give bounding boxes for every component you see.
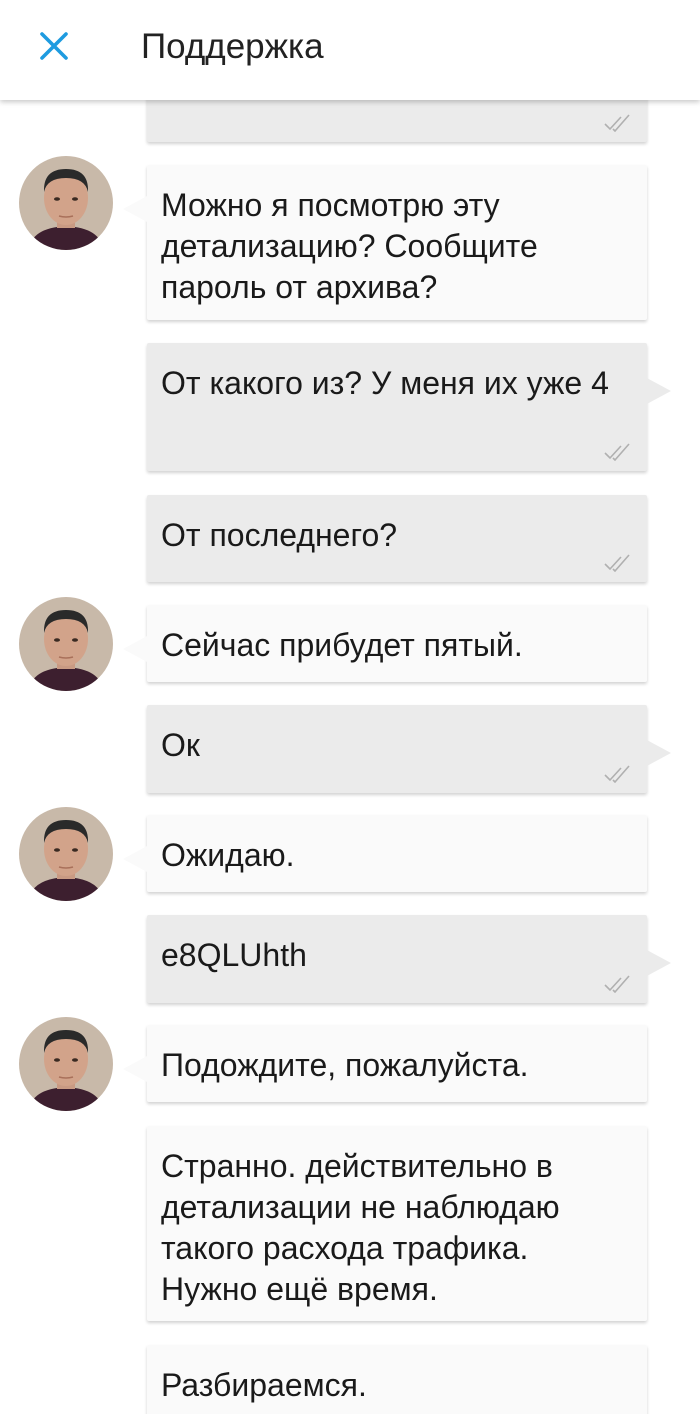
message-incoming: Сейчас прибудет пятый. [123,605,647,682]
message-incoming: Подождите, пожалуйста. [123,1025,647,1102]
bubble-tail [645,739,671,767]
message-text: Ок [161,727,200,763]
read-ticks-icon [604,443,630,461]
chat-screen: Можно я посмотрю эту детализацию? Сообщи… [0,0,700,1414]
message-incoming: Разбираемся. [147,1345,647,1414]
page-title: Поддержка [141,27,324,66]
bubble-tail [123,845,149,873]
close-button[interactable] [32,24,76,68]
message-text: Подождите, пожалуйста. [161,1047,529,1083]
message-text: Разбираемся. [161,1367,367,1403]
message-outgoing: Ок [147,705,671,793]
message-outgoing: e8QLUhth [147,915,671,1003]
read-ticks-icon [604,554,630,572]
message-incoming: Странно. действительно в детализации не … [147,1126,647,1321]
message-outgoing: От последнего? [147,495,647,582]
message-incoming: Ожидаю. [123,815,647,892]
app-header: Поддержка [0,0,700,100]
support-avatar[interactable] [19,156,113,250]
bubble-tail [123,195,149,223]
message-outgoing: От какого из? У меня их уже 4 [147,343,671,471]
message-text: e8QLUhth [161,937,307,973]
read-ticks-icon [604,975,630,993]
message-text: От последнего? [161,517,398,553]
bubble-tail [645,377,671,405]
support-avatar[interactable] [19,807,113,901]
close-icon [40,32,68,60]
message-list[interactable]: Можно я посмотрю эту детализацию? Сообщи… [0,0,700,1414]
message-text: От какого из? У меня их уже 4 [161,365,609,401]
bubble-tail [123,1055,149,1083]
message-text: Сейчас прибудет пятый. [161,627,523,663]
bubble-tail [645,949,671,977]
message-text: Странно. действительно в детализации не … [161,1148,560,1307]
bubble-tail [123,635,149,663]
message-text: Ожидаю. [161,837,295,873]
message-incoming: Можно я посмотрю эту детализацию? Сообщи… [123,165,647,320]
read-ticks-icon [604,114,630,132]
message-text: Можно я посмотрю эту детализацию? Сообщи… [161,187,538,305]
support-avatar[interactable] [19,1017,113,1111]
support-avatar[interactable] [19,597,113,691]
read-ticks-icon [604,765,630,783]
